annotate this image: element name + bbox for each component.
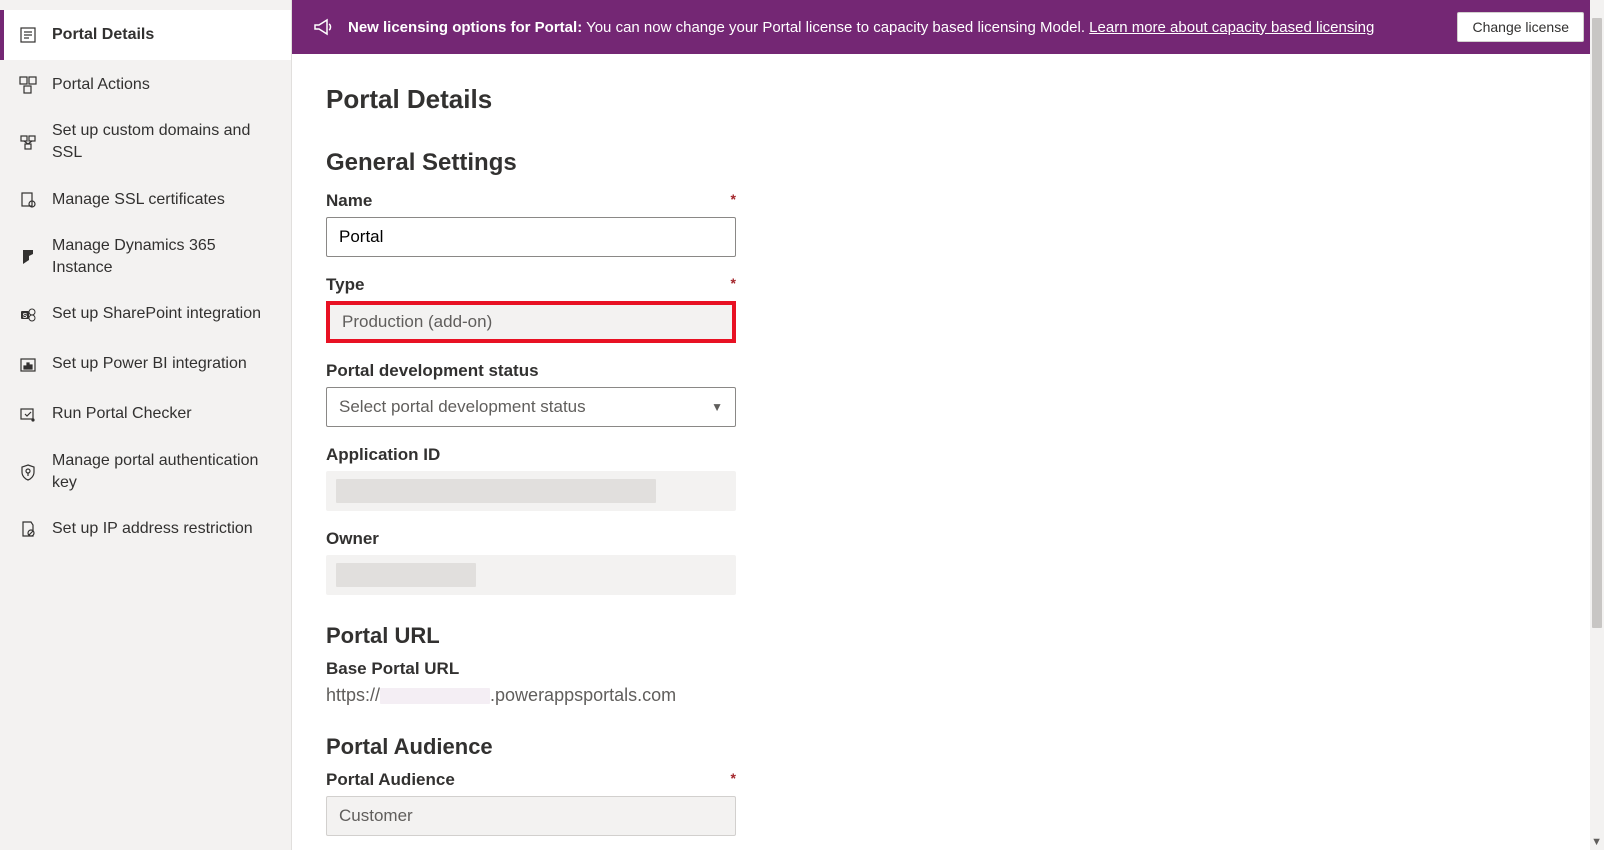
sidebar-item-portal-checker[interactable]: Run Portal Checker [0,390,291,440]
status-placeholder: Select portal development status [339,397,586,417]
megaphone-icon [312,16,334,38]
change-license-button[interactable]: Change license [1457,12,1584,42]
name-input[interactable] [326,217,736,257]
sharepoint-icon: S [18,305,38,325]
type-field-wrap: Type Production (add-on) [326,275,736,343]
sidebar-item-label: Set up IP address restriction [52,518,253,540]
portal-audience-heading: Portal Audience [326,734,1570,760]
chevron-down-icon: ▼ [711,400,723,414]
details-icon [18,25,38,45]
banner-text: New licensing options for Portal: You ca… [348,19,1443,36]
appid-label: Application ID [326,445,736,465]
powerbi-icon [18,355,38,375]
scroll-arrow-down-icon[interactable]: ▼ [1591,836,1602,848]
banner-bold: New licensing options for Portal: [348,19,582,36]
main-content: New licensing options for Portal: You ca… [292,0,1604,850]
owner-value-redacted [326,555,736,595]
status-field: Portal development status Select portal … [326,361,736,427]
dynamics-icon [18,247,38,267]
sidebar-item-ip-restriction[interactable]: Set up IP address restriction [0,504,291,554]
sidebar-item-auth-key[interactable]: Manage portal authentication key [0,440,291,505]
url-suffix: .powerappsportals.com [490,685,676,705]
sidebar-item-label: Set up custom domains and SSL [52,120,273,165]
sidebar-item-label: Set up SharePoint integration [52,303,261,325]
sidebar-item-dynamics[interactable]: Manage Dynamics 365 Instance [0,225,291,290]
content-scroll: Portal Details General Settings Name Typ… [292,54,1604,850]
portal-url-heading: Portal URL [326,623,1570,649]
base-url-field: Base Portal URL https:// .powerappsportal… [326,659,736,706]
owner-field: Owner [326,529,736,595]
url-prefix: https:// [326,685,380,705]
sidebar-item-domains-ssl[interactable]: Set up custom domains and SSL [0,110,291,175]
audience-field: Portal Audience [326,770,736,836]
scrollbar-thumb[interactable] [1592,18,1602,628]
status-label: Portal development status [326,361,736,381]
vertical-scrollbar[interactable]: ▼ [1590,0,1604,850]
base-url-label: Base Portal URL [326,659,736,679]
sidebar-item-powerbi[interactable]: Set up Power BI integration [0,340,291,390]
domains-icon [18,132,38,152]
sidebar-item-label: Portal Actions [52,74,150,96]
sidebar-item-label: Portal Details [52,24,154,46]
audience-input [326,796,736,836]
licensing-banner: New licensing options for Portal: You ca… [292,0,1604,54]
sidebar-item-label: Manage SSL certificates [52,189,225,211]
shield-icon [18,462,38,482]
sidebar-item-label: Manage Dynamics 365 Instance [52,235,273,280]
sidebar-item-sharepoint[interactable]: S Set up SharePoint integration [0,290,291,340]
appid-field: Application ID [326,445,736,511]
base-url-value: https:// .powerappsportals.com [326,685,736,706]
checker-icon [18,405,38,425]
name-label: Name [326,191,736,211]
sidebar-item-manage-ssl[interactable]: Manage SSL certificates [0,175,291,225]
type-readonly-input: Production (add-on) [326,301,736,343]
audience-label: Portal Audience [326,770,736,790]
ip-restriction-icon [18,519,38,539]
appid-value-redacted [326,471,736,511]
sidebar-item-portal-actions[interactable]: Portal Actions [0,60,291,110]
sidebar-item-label: Run Portal Checker [52,403,192,425]
sidebar-item-portal-details[interactable]: Portal Details [0,10,291,60]
url-redacted [380,688,490,704]
sidebar-item-label: Set up Power BI integration [52,353,247,375]
banner-link[interactable]: Learn more about capacity based licensin… [1089,19,1374,36]
page-title: Portal Details [326,84,1570,115]
type-label: Type [326,275,736,295]
banner-body: You can now change your Portal license t… [582,19,1089,36]
svg-text:S: S [23,313,28,320]
sidebar-item-label: Manage portal authentication key [52,450,273,495]
certificate-icon [18,190,38,210]
owner-label: Owner [326,529,736,549]
name-field: Name [326,191,736,257]
general-settings-heading: General Settings [326,149,1570,177]
status-select[interactable]: Select portal development status ▼ [326,387,736,427]
sidebar: Portal Details Portal Actions Set up cus… [0,0,292,850]
actions-icon [18,75,38,95]
